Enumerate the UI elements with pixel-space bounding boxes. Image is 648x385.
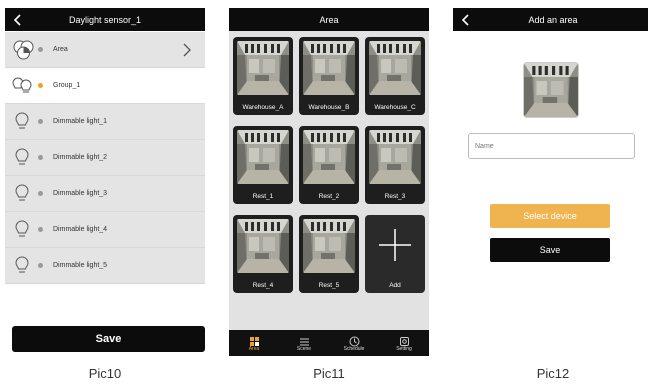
warehouse-photo [369,130,421,184]
area-tile-label: Rest_4 [252,282,274,289]
area-icon [12,39,36,61]
add-area-button[interactable]: Add [365,215,425,293]
warehouse-photo [303,41,355,95]
warehouse-photo [303,219,355,273]
area-tile[interactable]: Rest_1 [233,126,293,204]
add-label: Add [389,282,401,289]
list-item-group[interactable]: Group_1 [5,68,205,104]
caption: Pic12 [536,366,570,381]
bulb-icon [12,255,36,277]
area-tile-label: Rest_2 [318,193,340,200]
area-icon [249,334,260,346]
list-item-label: Dimmable light_1 [53,118,108,125]
warehouse-photo [303,130,355,184]
page-title: Add an area [528,14,578,25]
caption: Pic11 [313,366,345,381]
area-tile[interactable]: Warehouse_B [299,37,359,115]
area-tile[interactable]: Warehouse_A [233,37,293,115]
list-item-label: Dimmable light_4 [53,226,108,233]
title-bar: Area [229,8,429,31]
title-bar: Add an area [453,8,648,31]
select-device-button[interactable]: Select device [490,204,610,228]
area-tile[interactable]: Rest_4 [233,215,293,293]
area-tile-label: Rest_1 [252,193,274,200]
area-tile[interactable]: Rest_3 [365,126,425,204]
chevron-right-icon[interactable] [181,41,193,59]
list-item-label: Area [53,46,68,53]
status-dot [38,191,43,196]
save-button[interactable]: Save [12,326,205,352]
area-tile[interactable]: Rest_5 [299,215,359,293]
caption: Pic10 [88,366,122,381]
list-item-area[interactable]: Area [5,32,205,68]
warehouse-photo [369,41,421,95]
back-arrow-icon[interactable] [457,8,475,31]
device-list: Area Group_1 Dimmable light_1 Dimmable l… [5,32,205,284]
status-dot [38,155,43,160]
list-item-dimmable-light[interactable]: Dimmable light_1 [5,104,205,140]
bulb-icon [12,111,36,133]
warehouse-photo [237,130,289,184]
list-item-label: Dimmable light_2 [53,154,108,161]
page-title: Area [319,14,339,25]
tab-label: Schedule [343,346,365,352]
name-input[interactable] [468,133,635,159]
area-tile-label: Warehouse_C [374,104,416,111]
tab-label: Area [248,346,260,352]
area-photo[interactable] [524,63,578,117]
status-dot [38,83,43,88]
gear-icon [399,334,410,346]
area-tile[interactable]: Rest_2 [299,126,359,204]
page-title: Daylight sensor_1 [68,14,142,25]
plus-icon [377,227,413,263]
warehouse-photo [237,41,289,95]
area-tile-label: Warehouse_A [242,104,284,111]
save-button[interactable]: Save [490,238,610,262]
list-item-label: Dimmable light_3 [53,190,108,197]
group-icon [12,75,36,97]
area-tile-label: Rest_5 [318,282,340,289]
list-item-dimmable-light[interactable]: Dimmable light_4 [5,212,205,248]
area-screen: Area Warehouse_A Warehouse_B Warehouse_C [229,8,429,356]
tab-setting[interactable]: Setting [379,330,429,356]
scene-icon [299,334,310,346]
tab-label: Setting [396,346,412,352]
area-tile[interactable]: Warehouse_C [365,37,425,115]
title-bar: Daylight sensor_1 [5,8,205,31]
status-dot [38,47,43,52]
list-item-label: Group_1 [53,82,81,89]
status-dot [38,227,43,232]
status-dot [38,119,43,124]
clock-icon [349,334,360,347]
tab-schedule[interactable]: Schedule [329,330,379,356]
back-arrow-icon[interactable] [9,8,27,31]
tab-scene[interactable]: Scene [279,330,329,356]
add-area-screen: Add an area Select device Save [453,8,648,356]
area-tile-label: Rest_3 [384,193,406,200]
status-dot [38,263,43,268]
list-item-dimmable-light[interactable]: Dimmable light_5 [5,248,205,284]
list-item-dimmable-light[interactable]: Dimmable light_3 [5,176,205,212]
warehouse-photo [237,219,289,273]
bulb-icon [12,219,36,241]
bulb-icon [12,183,36,205]
tab-area[interactable]: Area [229,330,279,356]
tab-label: Scene [296,346,312,352]
list-item-label: Dimmable light_5 [53,262,108,269]
area-tile-label: Warehouse_B [308,104,350,111]
bulb-icon [12,147,36,169]
list-item-dimmable-light[interactable]: Dimmable light_2 [5,140,205,176]
bottom-tab-bar: Area Scene Schedule Setting [229,330,429,356]
daylight-sensor-screen: Daylight sensor_1 Area Group_1 Dimmable … [5,8,205,356]
